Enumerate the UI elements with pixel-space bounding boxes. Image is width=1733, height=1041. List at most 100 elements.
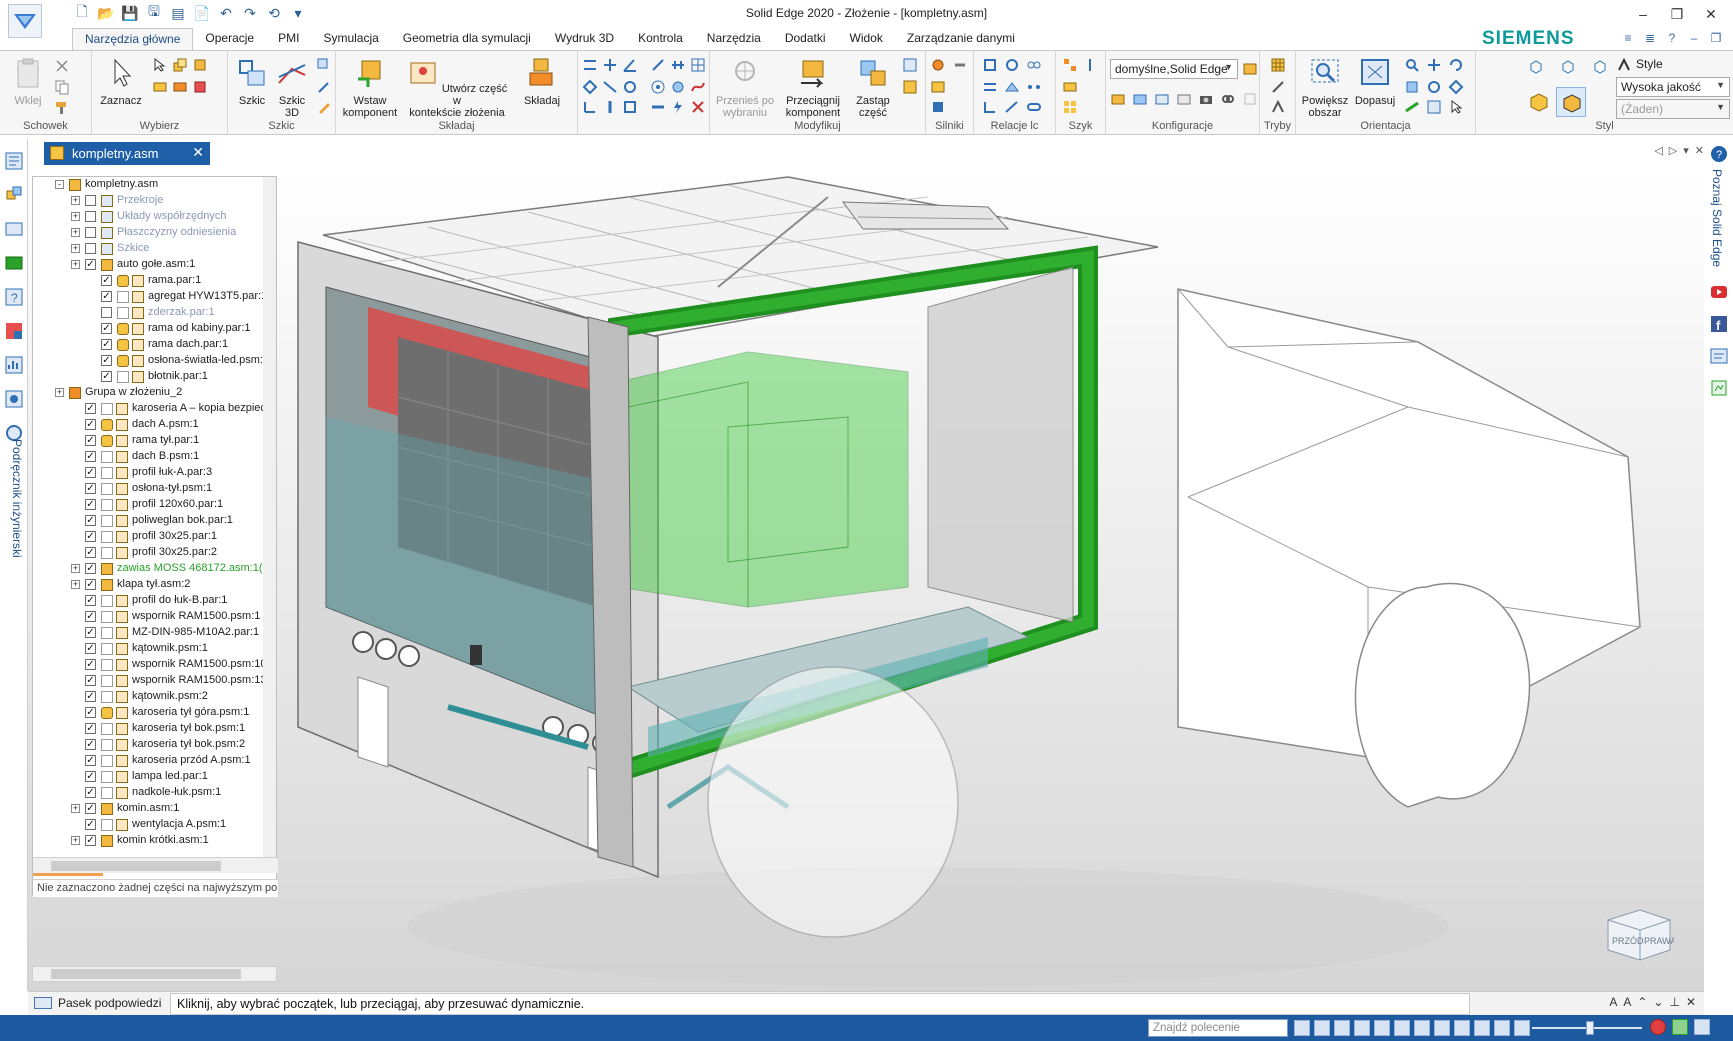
display-config-4-icon[interactable] (1176, 91, 1192, 107)
tab-home[interactable]: Narzędzia główne (72, 28, 194, 50)
scroll-left-icon[interactable]: ◁ (1654, 144, 1662, 157)
undo-icon[interactable]: ↶ (216, 3, 236, 23)
scrollbar-thumb[interactable] (51, 969, 241, 979)
relation-corner-icon[interactable] (982, 99, 998, 115)
tree-row[interactable]: ✓ poliweglan bok.par:1 (33, 513, 263, 529)
select-button[interactable]: Zaznacz (96, 57, 146, 107)
view-orient-icon[interactable] (1404, 79, 1420, 95)
engineering-reference-label[interactable]: Podręcznik inżynierski (4, 439, 24, 619)
save-as-icon[interactable]: 🖫 (144, 3, 164, 23)
tree-row[interactable]: ✓ rama dach.par:1 (33, 337, 263, 353)
shaded-status-icon[interactable] (1434, 1020, 1450, 1036)
tree-row[interactable]: ✓ lampa led.par:1 (33, 769, 263, 785)
tab-pmi[interactable]: PMI (266, 28, 311, 50)
select-assembly-icon[interactable] (192, 57, 208, 73)
visibility-checkbox[interactable]: ✓ (85, 259, 96, 270)
relation-points-icon[interactable] (1026, 79, 1042, 95)
mirror-icon[interactable] (1082, 57, 1098, 73)
selection-status-icon[interactable] (1494, 1020, 1510, 1036)
visibility-checkbox[interactable]: ✓ (85, 771, 96, 782)
application-button[interactable] (8, 4, 42, 38)
tree-row[interactable]: ✓ rama od kabiny.par:1 (33, 321, 263, 337)
camera-icon[interactable] (1198, 91, 1214, 107)
pan-status-icon[interactable] (1374, 1020, 1390, 1036)
format-painter-icon[interactable] (54, 99, 70, 115)
config-options-icon[interactable] (1242, 91, 1258, 107)
tree-row[interactable]: ✓ dach A.psm:1 (33, 417, 263, 433)
grid-mode-icon[interactable] (1270, 57, 1286, 73)
zoom-area-button[interactable]: Powiększ obszar (1300, 57, 1350, 119)
tree-row[interactable]: + Szkice (33, 241, 263, 257)
insert-relation-icon[interactable] (582, 79, 598, 95)
tangent-icon[interactable] (622, 79, 638, 95)
visibility-checkbox[interactable]: ✓ (85, 803, 96, 814)
youtube-icon[interactable] (1710, 283, 1728, 301)
help-icon[interactable]: ? (1664, 30, 1680, 46)
visibility-checkbox[interactable]: ✓ (85, 419, 96, 430)
pattern-icon[interactable] (1062, 57, 1078, 73)
flash-fit-icon[interactable] (670, 99, 686, 115)
move-on-select-button[interactable]: Przenieś po wybraniu (712, 57, 778, 119)
pattern-grid-icon[interactable] (1062, 99, 1078, 115)
close-button[interactable]: ✕ (1695, 2, 1727, 26)
show-icon[interactable] (172, 79, 188, 95)
tree-row[interactable]: ✓ karoseria przód A.psm:1 (33, 753, 263, 769)
relation-circle-icon[interactable] (1004, 57, 1020, 73)
view-cube-right-label[interactable]: PRAWA (1644, 936, 1674, 946)
motor-icon[interactable] (930, 57, 946, 73)
tree-row[interactable]: + Układy współrzędnych (33, 209, 263, 225)
relation-angle-icon[interactable] (1004, 99, 1020, 115)
relation-plane-icon[interactable] (1004, 79, 1020, 95)
tab-view[interactable]: Widok (838, 28, 895, 50)
tab-simulation[interactable]: Symulacja (311, 28, 390, 50)
3d-viewport[interactable] (28, 167, 1704, 991)
relation-link-icon[interactable] (1026, 99, 1042, 115)
tree-row[interactable]: ✓ osłona-światła-led.psm:1 (33, 353, 263, 369)
connect-icon[interactable] (650, 57, 666, 73)
pan-icon[interactable] (1426, 57, 1442, 73)
tree-row[interactable]: zderzak.par:1 (33, 305, 263, 321)
capture-fit-icon[interactable] (690, 99, 706, 115)
simulate-motor-icon[interactable] (952, 57, 968, 73)
notification-icon[interactable] (1694, 1019, 1710, 1035)
library-tab-icon[interactable] (4, 219, 24, 239)
tree-row[interactable]: ✓ wspornik RAM1500.psm:10 (33, 657, 263, 673)
tutorials-icon[interactable] (1710, 379, 1728, 397)
grid-icon[interactable] (690, 57, 706, 73)
fit-status-icon[interactable] (1354, 1020, 1370, 1036)
zoom-status-icon[interactable] (1334, 1020, 1350, 1036)
visibility-checkbox[interactable]: ✓ (85, 563, 96, 574)
visibility-checkbox[interactable]: ✓ (85, 707, 96, 718)
paste-button[interactable]: Wklej (6, 57, 50, 107)
relation-lines-icon[interactable] (982, 79, 998, 95)
visibility-checkbox[interactable] (85, 227, 96, 238)
axial-align-icon[interactable] (670, 57, 686, 73)
disperse-icon[interactable] (902, 79, 918, 95)
facebook-icon[interactable]: f (1710, 315, 1728, 333)
fast-fastener-icon[interactable] (650, 99, 666, 115)
new-file-icon[interactable]: 🗋 (72, 3, 92, 23)
lower-pane-scrollbar[interactable] (32, 966, 277, 982)
visibility-checkbox[interactable]: ✓ (85, 499, 96, 510)
visibility-checkbox[interactable]: ✓ (85, 835, 96, 846)
scroll-right-icon[interactable]: ▷ (1669, 144, 1677, 157)
tree-row[interactable]: ✓ wspornik RAM1500.psm:13 (33, 673, 263, 689)
tree-row[interactable]: ✓ rama.par:1 (33, 273, 263, 289)
configuration-save-icon[interactable] (1242, 61, 1258, 77)
duplicate-icon[interactable] (1062, 79, 1078, 95)
open-file-icon[interactable]: 📂 (96, 3, 116, 23)
visibility-checkbox[interactable]: ✓ (101, 291, 112, 302)
tree-row[interactable]: - kompletny.asm (33, 177, 263, 193)
motor-list-icon[interactable] (930, 79, 946, 95)
help-tab-icon[interactable]: ? (4, 287, 24, 307)
expand-icon[interactable]: + (71, 804, 80, 813)
visibility-checkbox[interactable]: ✓ (85, 595, 96, 606)
create-in-place-button[interactable]: Utwórz część w kontekście złożenia (402, 57, 512, 119)
visibility-checkbox[interactable]: ✓ (85, 787, 96, 798)
expand-icon[interactable]: + (71, 564, 80, 573)
collapse-down-icon[interactable]: ⌄ (1653, 995, 1663, 1009)
visibility-checkbox[interactable]: ✓ (85, 451, 96, 462)
collapse-icon[interactable]: - (55, 180, 64, 189)
rigid-set-icon[interactable] (622, 99, 638, 115)
close-document-icon[interactable]: ✕ (1695, 144, 1704, 157)
